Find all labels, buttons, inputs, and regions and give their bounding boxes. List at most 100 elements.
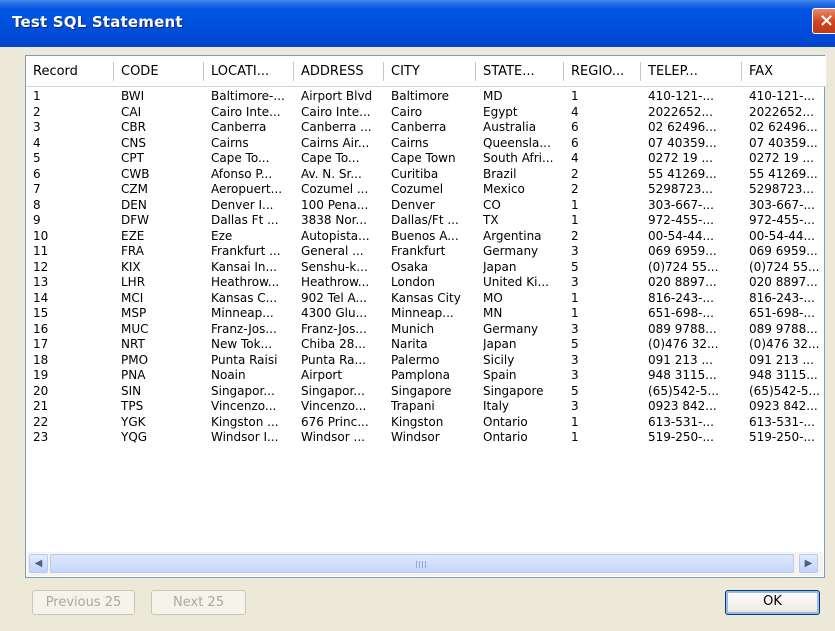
table-row[interactable]: 5 CPT Cape To... Cape To... Cape Town South A… — [26, 151, 826, 166]
table-cell: Franz-Jos... — [211, 321, 277, 336]
table-row[interactable]: 17 NRT New Tok... Chiba 28... Narita Japan 5 (0… — [26, 337, 826, 352]
table-cell: 2 — [33, 104, 41, 119]
column-separator[interactable] — [293, 62, 294, 81]
table-cell: 3 — [571, 368, 579, 382]
table-row[interactable]: 22 YGK Kingston ... 676 Princ... Kingston Ont… — [26, 415, 826, 430]
table-row[interactable]: 23 YQG Windsor I... Windsor ... Windsor Ontar… — [26, 430, 826, 445]
table-cell: 069 6959... — [749, 244, 818, 258]
table-cell: 2022652... — [648, 104, 713, 119]
table-cell: 5 — [571, 259, 579, 274]
table-cell: 4 — [571, 151, 579, 165]
table-cell: 3 — [571, 399, 579, 413]
table-row[interactable]: 3 CBR Canberra Canberra ... Canberra Australi… — [26, 120, 826, 135]
table-row[interactable]: 16 MUC Franz-Jos... Franz-Jos... Munich Germa… — [26, 322, 826, 337]
horizontal-scrollbar[interactable]: ◀ ▶ — [27, 552, 823, 576]
column-header[interactable]: Record — [26, 56, 113, 87]
column-separator[interactable] — [383, 62, 384, 81]
column-header[interactable]: LOCATI... — [204, 56, 295, 87]
table-cell: MD — [483, 89, 503, 103]
table-cell: PMO — [121, 352, 149, 367]
table-row[interactable]: 21 TPS Vincenzo... Vincenzo... Trapani Italy 3… — [26, 399, 826, 414]
table-cell: 18 — [33, 352, 49, 367]
table-row[interactable]: 20 SIN Singapor... Singapor... Singapore Sing… — [26, 384, 826, 399]
column-header[interactable]: CODE — [114, 56, 201, 87]
column-header[interactable]: REGIO... — [564, 56, 641, 87]
close-button[interactable]: × — [812, 8, 835, 34]
table-cell: 00-54-44... — [648, 228, 714, 243]
column-header[interactable]: ADDRESS — [294, 56, 385, 87]
table-cell: CPT — [121, 151, 144, 165]
table-cell: 3 — [33, 120, 41, 134]
table-cell: 948 3115... — [648, 368, 717, 382]
previous-25-button[interactable]: Previous 25 — [32, 590, 135, 615]
column-separator[interactable] — [475, 62, 476, 81]
table-cell: 2 — [571, 228, 579, 243]
table-row[interactable]: 9 DFW Dallas Ft ... 3838 Nor... Dallas/Ft ..… — [26, 213, 826, 228]
title-bar[interactable]: Test SQL Statement × — [0, 0, 835, 47]
table-cell: 0923 842... — [749, 399, 818, 413]
table-cell: (0)476 32... — [648, 337, 719, 351]
table-cell: 10 — [33, 228, 49, 243]
column-separator[interactable] — [640, 62, 641, 81]
table-cell: Cape To... — [301, 151, 360, 165]
table-row[interactable]: 13 LHR Heathrow... Heathrow... London United … — [26, 275, 826, 290]
table-row[interactable]: 18 PMO Punta Raisi Punta Ra... Palermo Sicily… — [26, 353, 826, 368]
table-cell: 676 Princ... — [301, 414, 369, 429]
table-cell: 22 — [33, 414, 49, 429]
table-cell: 07 40359... — [648, 135, 717, 150]
table-cell: MN — [483, 306, 503, 320]
results-list-view[interactable]: Record CODE LOCATI... ADDRESS CITY STATE... RE… — [25, 55, 826, 578]
column-header[interactable]: STATE... — [476, 56, 565, 87]
table-row[interactable]: 7 CZM Aeropuert... Cozumel ... Cozumel Mexico… — [26, 182, 826, 197]
column-header[interactable]: FAX — [742, 56, 821, 87]
scroll-thumb[interactable] — [50, 554, 794, 573]
table-row[interactable]: 1 BWI Baltimore-... Airport Blvd Baltimore MD… — [26, 89, 826, 104]
column-separator[interactable] — [741, 62, 742, 81]
table-row[interactable]: 4 CNS Cairns Cairns Air... Cairns Queensla...… — [26, 136, 826, 151]
table-cell: Queensla... — [483, 135, 551, 150]
table-cell: Singapore — [483, 383, 544, 398]
scroll-left-button[interactable]: ◀ — [29, 554, 48, 573]
table-cell: 5 — [571, 337, 579, 351]
table-cell: 2022652... — [749, 104, 814, 119]
table-cell: London — [391, 275, 435, 289]
table-cell: 089 9788... — [749, 321, 818, 336]
table-cell: 55 41269... — [749, 166, 818, 181]
next-25-button[interactable]: Next 25 — [151, 590, 246, 615]
scroll-right-arrow-icon: ▶ — [804, 558, 813, 569]
table-cell: Australia — [483, 120, 537, 134]
table-row[interactable]: 11 FRA Frankfurt ... General ... Frankfurt Ge… — [26, 244, 826, 259]
table-cell: 02 62496... — [648, 120, 717, 134]
table-cell: Frankfurt — [391, 244, 446, 258]
table-row[interactable]: 8 DEN Denver I... 100 Pena... Denver CO 1 303-6… — [26, 198, 826, 213]
table-cell: 972-455-... — [749, 213, 815, 227]
column-header[interactable]: TELEP... — [641, 56, 743, 87]
ok-button[interactable]: OK — [725, 590, 820, 615]
table-cell: 651-698-... — [648, 306, 714, 320]
column-header[interactable]: CITY — [384, 56, 477, 87]
table-cell: Airport Blvd — [301, 89, 373, 103]
table-cell: 1 — [571, 213, 579, 227]
table-cell: 816-243-... — [648, 290, 714, 305]
column-separator[interactable] — [113, 62, 114, 81]
table-row[interactable]: 19 PNA Noain Airport Pamplona Spain 3 948 3115.… — [26, 368, 826, 383]
table-cell: Canberra ... — [301, 120, 372, 134]
table-cell: 100 Pena... — [301, 197, 369, 212]
table-cell: 4300 Glu... — [301, 306, 368, 320]
table-cell: 4 — [33, 135, 41, 150]
table-row[interactable]: 6 CWB Afonso P... Av. N. Sr... Curitiba Brazi… — [26, 167, 826, 182]
table-row[interactable]: 2 CAI Cairo Inte... Cairo Inte... Cairo Egypt… — [26, 105, 826, 120]
table-row[interactable]: 12 KIX Kansai In... Senshu-k... Osaka Japan 5 (… — [26, 260, 826, 275]
table-row[interactable]: 10 EZE Eze Autopista... Buenos A... Argentina… — [26, 229, 826, 244]
table-cell: (0)476 32... — [749, 337, 820, 351]
table-cell: Minneap... — [211, 306, 274, 320]
table-cell: DFW — [121, 213, 150, 227]
column-separator[interactable] — [563, 62, 564, 81]
scroll-right-button[interactable]: ▶ — [799, 554, 818, 573]
table-cell: 8 — [33, 197, 41, 212]
table-row[interactable]: 15 MSP Minneap... 4300 Glu... Minneap... MN 1 6… — [26, 306, 826, 321]
table-cell: 02 62496... — [749, 120, 818, 134]
table-row[interactable]: 14 MCI Kansas C... 902 Tel A... Kansas City M… — [26, 291, 826, 306]
table-cell: Egypt — [483, 104, 518, 119]
column-separator[interactable] — [203, 62, 204, 81]
